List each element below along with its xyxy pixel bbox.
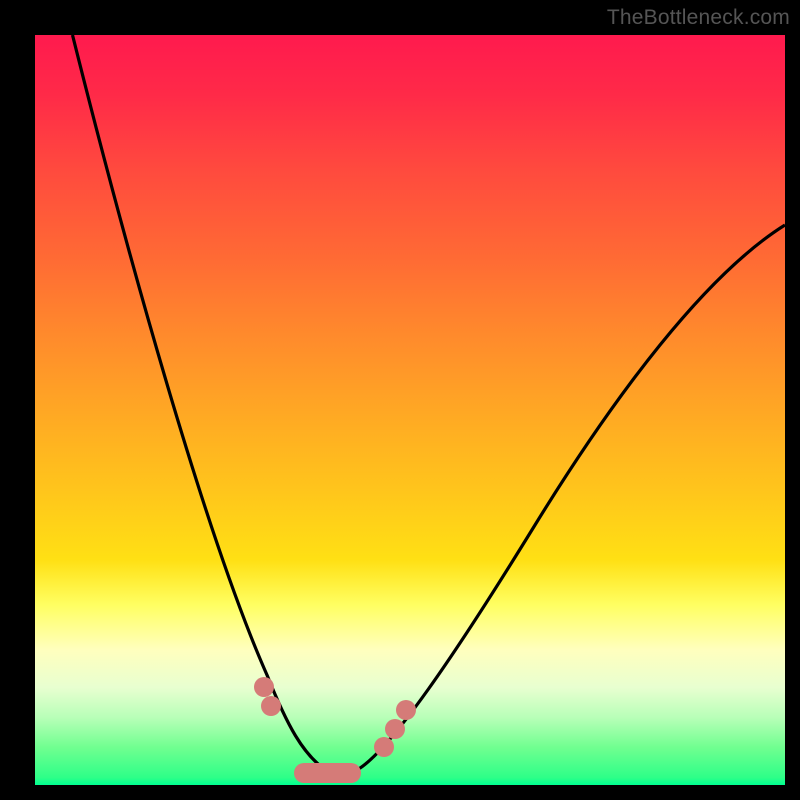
plot-area [35,35,785,785]
left-marker-2 [261,696,281,716]
right-marker-1 [374,737,394,757]
left-marker-1 [254,677,274,697]
bottom-pill [294,763,361,783]
watermark-text: TheBottleneck.com [607,6,790,30]
curve-layer [35,35,785,785]
right-marker-2 [385,719,405,739]
chart-frame: TheBottleneck.com [0,0,800,800]
right-marker-3 [396,700,416,720]
bottleneck-curve [73,35,786,774]
